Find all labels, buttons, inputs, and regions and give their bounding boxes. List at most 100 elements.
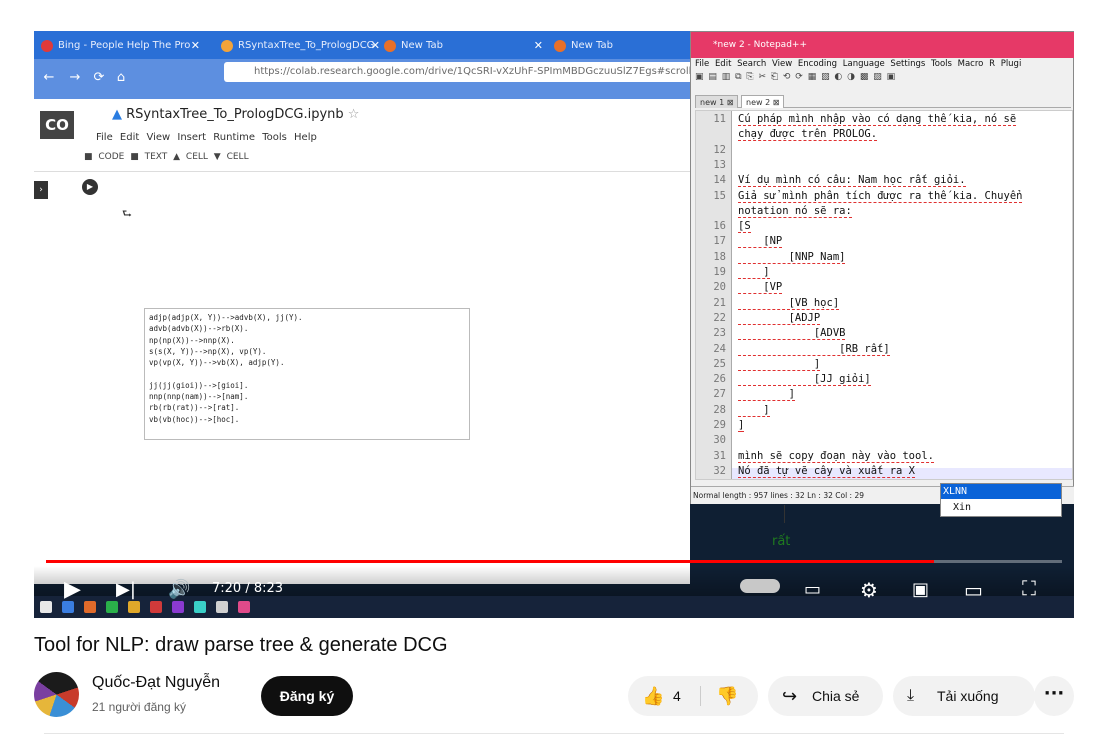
notepad-menu-item[interactable]: Settings bbox=[890, 59, 931, 69]
notepad-menu-item[interactable]: Encoding bbox=[798, 59, 843, 69]
like-dislike-group: 👍 4 👎 bbox=[628, 676, 758, 716]
line-number: 28 bbox=[713, 403, 726, 416]
notebook-title[interactable]: ▲ RSyntaxTree_To_PrologDCG.ipynb ☆ bbox=[112, 107, 359, 122]
autocomplete-item[interactable]: XLNN bbox=[941, 484, 1061, 499]
line-number-gutter: 11 12 13 14 15 16 17 18 19 20 21 22 23 24 25 26 27 28 29 30… bbox=[696, 111, 732, 479]
notepad-menu-item[interactable]: Tools bbox=[931, 59, 958, 69]
colab-toolbar-button[interactable]: ▼ CELL bbox=[214, 152, 249, 162]
taskbar-app-icon bbox=[238, 601, 250, 613]
tab-favicon-icon bbox=[554, 40, 566, 52]
subscribe-button[interactable]: Đăng ký bbox=[261, 676, 353, 716]
close-tab-icon[interactable]: ✕ bbox=[191, 35, 200, 57]
notepad-editor[interactable]: 11 12 13 14 15 16 17 18 19 20 21 22 23 24 25 26 27 28 29 30… bbox=[695, 110, 1073, 480]
like-count: 4 bbox=[673, 688, 681, 704]
notepad-tab[interactable]: new 2 ⊠ bbox=[741, 95, 785, 108]
editor-line: ] bbox=[738, 266, 770, 279]
progress-bar-played bbox=[46, 560, 934, 563]
tab-favicon-icon bbox=[221, 40, 233, 52]
notepad-menu-item[interactable]: Edit bbox=[715, 59, 737, 69]
line-number: 24 bbox=[713, 342, 726, 355]
taskbar-app-icon bbox=[194, 601, 206, 613]
dislike-button[interactable]: 👎 bbox=[716, 676, 738, 716]
notepad-menu-item[interactable]: View bbox=[772, 59, 798, 69]
video-player[interactable]: Bing - People Help The Pro ✕ RSyntaxTree_T… bbox=[34, 31, 1074, 618]
editor-line: [VP bbox=[738, 281, 783, 295]
autocomplete-popup[interactable]: XLNN Xin bbox=[940, 483, 1062, 517]
editor-line: notation nó sẽ ra: bbox=[738, 204, 852, 218]
editor-line: [RB rất] bbox=[738, 342, 890, 356]
download-icon: ⤓ bbox=[907, 687, 915, 704]
line-number: 32 bbox=[713, 464, 726, 477]
taskbar-app-icon bbox=[150, 601, 162, 613]
editor-line: [ADJP bbox=[738, 311, 821, 325]
colab-menu-item[interactable]: File bbox=[96, 132, 120, 143]
close-tab-icon[interactable]: ✕ bbox=[534, 35, 543, 57]
editor-line: [VB học] bbox=[738, 296, 840, 310]
subscriber-count: 21 người đăng ký bbox=[92, 700, 186, 714]
colab-toolbar-button[interactable]: ■ CODE bbox=[84, 152, 130, 162]
taskbar-app-icon bbox=[216, 601, 228, 613]
editor-line: [NP bbox=[738, 235, 783, 249]
subtitles-icon[interactable]: ▭ bbox=[804, 577, 821, 603]
reload-icon[interactable]: ⟳ bbox=[88, 67, 110, 89]
line-number: 14 bbox=[713, 174, 726, 187]
autocomplete-item[interactable]: Xin bbox=[941, 499, 1061, 514]
fullscreen-icon[interactable]: ⛶ bbox=[1022, 575, 1036, 601]
line-number: 18 bbox=[713, 250, 726, 263]
share-label: Chia sẻ bbox=[812, 688, 860, 704]
notepad-menu-item[interactable]: Macro bbox=[958, 59, 989, 69]
forward-icon[interactable]: → bbox=[64, 67, 86, 89]
browser-tab[interactable]: RSyntaxTree_To_PrologDCG ✕ bbox=[216, 35, 384, 57]
run-cell-button[interactable]: ▶ bbox=[82, 179, 98, 195]
autoplay-toggle[interactable] bbox=[740, 579, 780, 593]
star-icon[interactable]: ☆ bbox=[344, 107, 360, 122]
theater-mode-icon[interactable]: ▭ bbox=[964, 577, 983, 603]
line-number: 27 bbox=[713, 388, 726, 401]
home-icon[interactable]: ⌂ bbox=[110, 67, 132, 89]
miniplayer-icon[interactable]: ▣ bbox=[912, 577, 929, 603]
more-actions-button[interactable]: ··· bbox=[1034, 676, 1074, 716]
next-icon[interactable]: ▶| bbox=[116, 577, 136, 603]
code-output-textarea[interactable]: adjp(adjp(X, Y))-->advb(X), jj(Y). advb(… bbox=[144, 308, 470, 440]
browser-tab[interactable]: New Tab ✕ bbox=[379, 35, 547, 57]
colab-menu-item[interactable]: Insert bbox=[177, 132, 213, 143]
like-button[interactable]: 👍 bbox=[642, 676, 664, 716]
colab-menu-item[interactable]: Runtime bbox=[213, 132, 262, 143]
video-title: Tool for NLP: draw parse tree & generate… bbox=[34, 634, 448, 656]
notepad-menu-item[interactable]: Plugi bbox=[1001, 59, 1022, 69]
colab-toolbar: ■ CODE ■ TEXT ▲ CELL ▼ CELL bbox=[84, 152, 249, 162]
channel-name[interactable]: Quốc-Đạt Nguyễn bbox=[92, 674, 220, 692]
notepad-menu-item[interactable]: File bbox=[695, 59, 715, 69]
taskbar-app-icon bbox=[40, 601, 52, 613]
notepad-menu-item[interactable]: R bbox=[989, 59, 1001, 69]
line-number: 31 bbox=[713, 449, 726, 462]
notepad-menu-item[interactable]: Search bbox=[737, 59, 772, 69]
share-icon: ↪ bbox=[782, 686, 798, 706]
notepad-tab[interactable]: new 1 ⊠ bbox=[695, 95, 739, 108]
volume-icon[interactable]: 🔊 bbox=[168, 577, 190, 603]
colab-menu-item[interactable]: View bbox=[146, 132, 177, 143]
editor-line: [NNP Nam] bbox=[738, 250, 846, 264]
editor-line: mình sẽ copy đoạn này vào tool. bbox=[738, 449, 934, 463]
notepad-menu-item[interactable]: Language bbox=[843, 59, 891, 69]
line-number: 30 bbox=[713, 434, 726, 447]
tree-node-label: rất bbox=[772, 534, 791, 549]
share-button[interactable]: ↪ Chia sẻ bbox=[768, 676, 883, 716]
sidebar-toggle-icon[interactable]: › bbox=[34, 181, 48, 199]
settings-gear-icon[interactable]: ⚙ bbox=[860, 577, 878, 603]
channel-avatar[interactable] bbox=[34, 672, 79, 717]
url-bar[interactable]: https://colab.research.google.com/drive/… bbox=[224, 62, 694, 82]
back-icon[interactable]: ← bbox=[38, 67, 60, 89]
download-button[interactable]: ⤓ Tải xuống bbox=[893, 676, 1035, 716]
colab-menu-item[interactable]: Help bbox=[294, 132, 317, 143]
line-number: 19 bbox=[713, 266, 726, 278]
colab-menu-item[interactable]: Tools bbox=[262, 132, 294, 143]
line-number: 13 bbox=[713, 158, 726, 171]
play-icon[interactable]: ▶ bbox=[64, 577, 81, 603]
colab-toolbar-button[interactable]: ▲ CELL bbox=[173, 152, 214, 162]
line-number: 16 bbox=[713, 220, 726, 233]
line-number: 20 bbox=[713, 281, 726, 294]
browser-tab[interactable]: Bing - People Help The Pro ✕ bbox=[36, 35, 204, 57]
colab-menu-item[interactable]: Edit bbox=[120, 132, 147, 143]
colab-toolbar-button[interactable]: ■ TEXT bbox=[130, 152, 173, 162]
